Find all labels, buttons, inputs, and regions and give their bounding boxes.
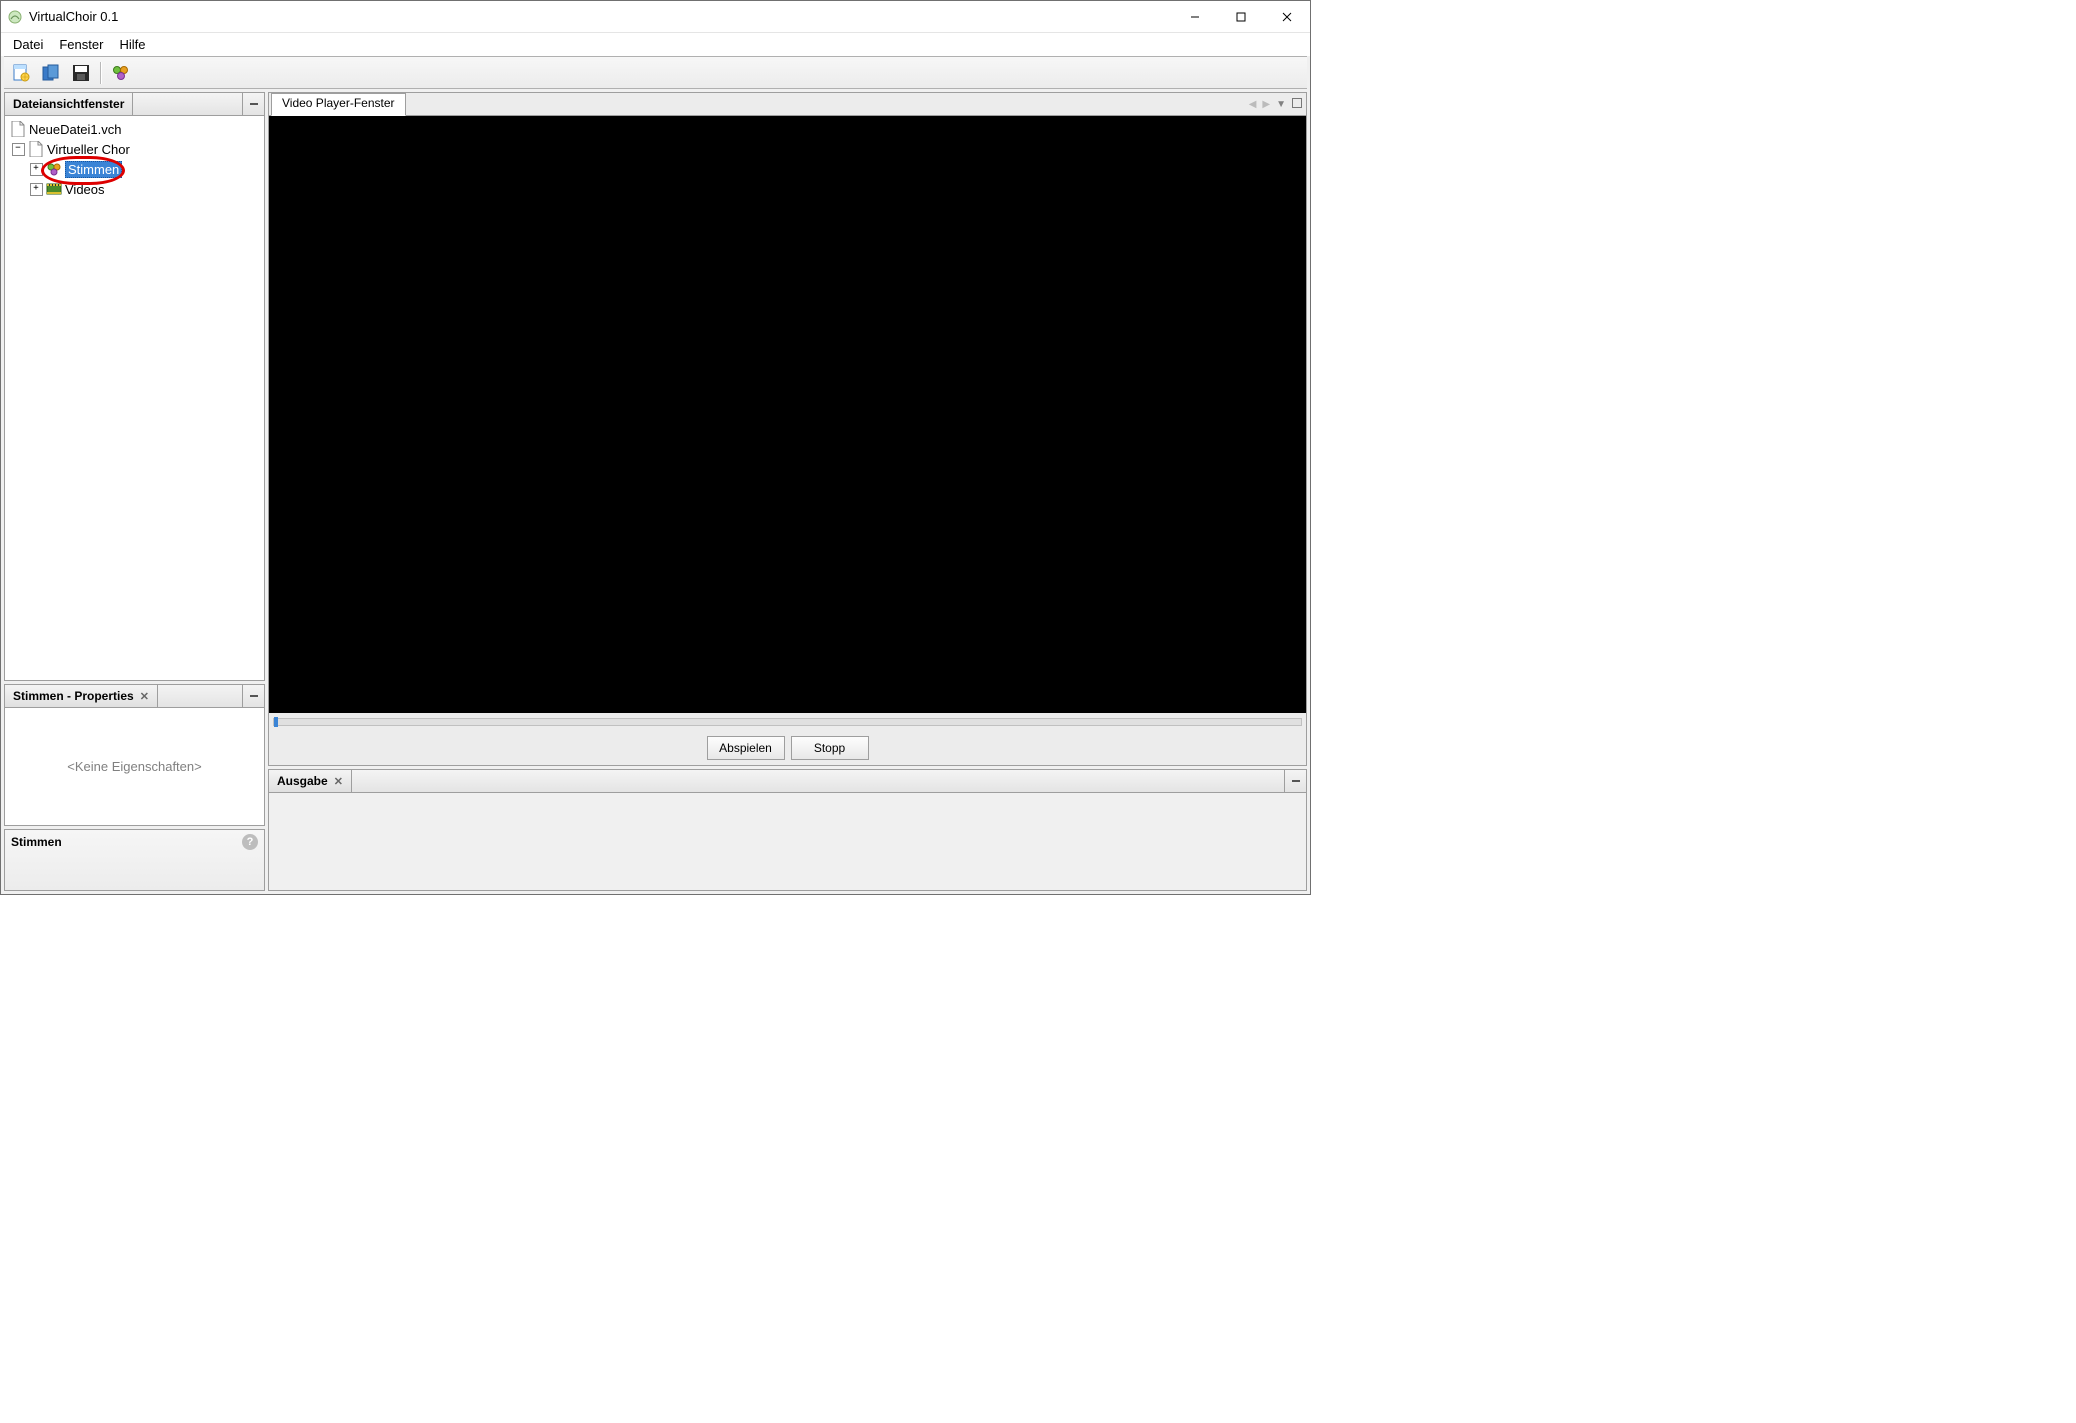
app-window: VirtualChoir 0.1 Datei Fenster Hilfe (0, 0, 1311, 895)
properties-minimize-button[interactable] (242, 685, 264, 707)
properties-tab-close-icon[interactable]: ✕ (140, 690, 149, 703)
window-controls (1172, 1, 1310, 32)
selection-title: Stimmen (11, 835, 62, 849)
toolbar (4, 56, 1307, 89)
output-tab-label: Ausgabe (277, 774, 328, 788)
menu-file[interactable]: Datei (5, 35, 51, 54)
menu-window[interactable]: Fenster (51, 35, 111, 54)
file-icon (10, 121, 26, 137)
menu-help[interactable]: Hilfe (111, 35, 153, 54)
maximize-button[interactable] (1218, 1, 1264, 32)
expander-videos[interactable]: + (29, 182, 43, 196)
output-minimize-button[interactable] (1284, 770, 1306, 792)
stop-button[interactable]: Stopp (791, 736, 869, 760)
tab-menu-icon[interactable]: ▼ (1276, 99, 1286, 110)
tree-label-voices: Stimmen (65, 161, 122, 178)
output-tab-close-icon[interactable]: ✕ (334, 775, 343, 788)
output-tabrow: Ausgabe ✕ (269, 770, 1306, 793)
video-canvas[interactable] (269, 116, 1306, 713)
tab-prev-icon[interactable]: ◀ (1249, 99, 1257, 110)
document-icon (28, 141, 44, 157)
play-button[interactable]: Abspielen (707, 736, 785, 760)
properties-tabrow: Stimmen - Properties ✕ (5, 685, 264, 708)
tree-row-voices[interactable]: + Stimmen (5, 159, 264, 179)
voices-icon (46, 161, 62, 177)
app-icon (7, 9, 23, 25)
video-progress-row (269, 713, 1306, 731)
minimize-button[interactable] (1172, 1, 1218, 32)
right-column: Video Player-Fenster ◀ ▶ ▼ (268, 92, 1307, 891)
window-title: VirtualChoir 0.1 (29, 9, 1172, 24)
workarea: Dateiansichtfenster (4, 89, 1307, 891)
properties-tab-label: Stimmen - Properties (13, 689, 134, 703)
video-player-panel: Video Player-Fenster ◀ ▶ ▼ (268, 92, 1307, 766)
tree-label-videos: Videos (65, 182, 105, 197)
output-panel: Ausgabe ✕ (268, 769, 1307, 891)
video-tabrow: Video Player-Fenster ◀ ▶ ▼ (269, 93, 1306, 116)
close-button[interactable] (1264, 1, 1310, 32)
tab-next-icon[interactable]: ▶ (1262, 99, 1270, 110)
file-view-tabrow: Dateiansichtfenster (5, 93, 264, 116)
video-buttons-row: Abspielen Stopp (269, 731, 1306, 765)
tab-maximize-icon[interactable] (1292, 98, 1302, 111)
toolbar-separator (100, 62, 102, 84)
file-tree[interactable]: NeueDatei1.vch − Virtueller Chor (5, 116, 264, 680)
output-tab[interactable]: Ausgabe ✕ (269, 770, 352, 792)
tree-row-videos[interactable]: + Videos (5, 179, 264, 199)
tree-label-rootfile: NeueDatei1.vch (29, 122, 122, 137)
selection-panel: Stimmen ? (4, 829, 265, 891)
properties-tab[interactable]: Stimmen - Properties ✕ (5, 685, 158, 707)
toolbar-voices-button[interactable] (108, 60, 134, 86)
expander-voices[interactable]: + (29, 162, 43, 176)
client-area: Dateiansichtfenster (1, 56, 1310, 894)
tree-row-rootfile[interactable]: NeueDatei1.vch (5, 119, 264, 139)
toolbar-save-button[interactable] (68, 60, 94, 86)
videos-icon (46, 181, 62, 197)
output-body[interactable] (269, 793, 1306, 890)
video-progress-thumb[interactable] (274, 717, 278, 727)
toolbar-new-button[interactable] (8, 60, 34, 86)
left-column: Dateiansichtfenster (4, 92, 265, 891)
toolbar-open-button[interactable] (38, 60, 64, 86)
file-view-tab[interactable]: Dateiansichtfenster (5, 93, 133, 115)
video-progress-slider[interactable] (273, 718, 1302, 726)
titlebar: VirtualChoir 0.1 (1, 1, 1310, 33)
tree-label-group: Virtueller Chor (47, 142, 130, 157)
tree-row-group[interactable]: − Virtueller Chor (5, 139, 264, 159)
expander-group[interactable]: − (11, 142, 25, 156)
help-icon[interactable]: ? (242, 834, 258, 850)
video-player-tab[interactable]: Video Player-Fenster (271, 93, 406, 116)
properties-empty-text: <Keine Eigenschaften> (5, 708, 264, 825)
file-view-panel: Dateiansichtfenster (4, 92, 265, 681)
file-view-minimize-button[interactable] (242, 93, 264, 115)
menubar: Datei Fenster Hilfe (1, 33, 1310, 56)
tab-controls: ◀ ▶ ▼ (1245, 93, 1306, 115)
properties-panel: Stimmen - Properties ✕ <Keine Eigenschaf… (4, 684, 265, 826)
